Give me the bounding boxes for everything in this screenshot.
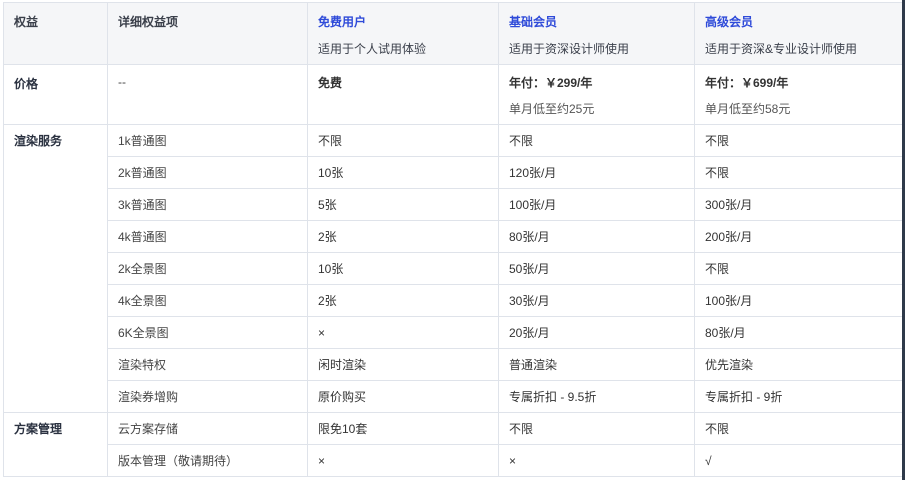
cell-free: 2张	[307, 284, 499, 317]
plan-name: 高级会员	[705, 15, 754, 29]
row-item: 版本管理（敬请期待）	[107, 444, 308, 477]
row-item: 2k全景图	[107, 252, 308, 285]
header-plan-premium: 高级会员 适用于资深&专业设计师使用	[694, 2, 904, 65]
table-row: 4k普通图 2张 80张/月 200张/月	[4, 220, 904, 253]
cell-free: 5张	[307, 188, 499, 221]
cell-basic: 不限	[498, 124, 695, 157]
price-sub: 单月低至约25元	[509, 102, 595, 116]
cell-free: 不限	[307, 124, 499, 157]
price-detail: --	[107, 64, 308, 125]
cell-basic: 120张/月	[498, 156, 695, 189]
table-row: 渲染特权 闲时渲染 普通渲染 优先渲染	[4, 348, 904, 381]
cell-premium: 优先渲染	[694, 348, 904, 381]
plan-desc: 适用于资深设计师使用	[509, 42, 630, 56]
cell-premium: 不限	[694, 156, 904, 189]
row-item: 3k普通图	[107, 188, 308, 221]
row-item: 4k普通图	[107, 220, 308, 253]
price-premium: 年付：￥699/年 单月低至约58元	[694, 64, 904, 125]
row-item: 6K全景图	[107, 316, 308, 349]
cell-basic: 20张/月	[498, 316, 695, 349]
price-main: 免费	[318, 76, 343, 90]
price-sub: 单月低至约58元	[705, 102, 791, 116]
table-row: 2k全景图 10张 50张/月 不限	[4, 252, 904, 285]
cell-premium: 300张/月	[694, 188, 904, 221]
cell-premium: 不限	[694, 412, 904, 445]
table-row: 3k普通图 5张 100张/月 300张/月	[4, 188, 904, 221]
cell-free: ×	[307, 316, 499, 349]
cell-basic: 80张/月	[498, 220, 695, 253]
header-plan-free: 免费用户 适用于个人试用体验	[307, 2, 499, 65]
benefits-comparison-table: 权益 详细权益项 免费用户 适用于个人试用体验 基础会员 适用于资深设计师使用 …	[3, 2, 904, 477]
cell-premium: 100张/月	[694, 284, 904, 317]
price-free: 免费	[307, 64, 499, 125]
row-item: 渲染特权	[107, 348, 308, 381]
cell-free: 10张	[307, 252, 499, 285]
cell-free: 2张	[307, 220, 499, 253]
cell-basic: 100张/月	[498, 188, 695, 221]
price-row: 价格 -- 免费 年付：￥299/年 单月低至约25元 年付：￥699/年 单月…	[3, 64, 904, 125]
price-main: 年付：￥699/年	[705, 76, 789, 90]
cell-free: ×	[307, 444, 499, 477]
table-row: 2k普通图 10张 120张/月 不限	[4, 156, 904, 189]
table-header-row: 权益 详细权益项 免费用户 适用于个人试用体验 基础会员 适用于资深设计师使用 …	[3, 2, 904, 65]
plan-desc: 适用于资深&专业设计师使用	[705, 42, 858, 56]
cell-basic: 专属折扣 - 9.5折	[498, 380, 695, 413]
table-row: 渲染服务 1k普通图 不限 不限 不限	[3, 124, 904, 413]
cell-premium: 不限	[694, 124, 904, 157]
benefits-comparison-page: 权益 详细权益项 免费用户 适用于个人试用体验 基础会员 适用于资深设计师使用 …	[0, 0, 905, 480]
category-price: 价格	[3, 64, 108, 125]
price-basic: 年付：￥299/年 单月低至约25元	[498, 64, 695, 125]
row-item: 2k普通图	[107, 156, 308, 189]
row-item: 渲染券增购	[107, 380, 308, 413]
price-main: 年付：￥299/年	[509, 76, 593, 90]
table-row: 方案管理 云方案存储 限免10套 不限 不限	[3, 412, 904, 477]
category-plan-management: 方案管理	[3, 412, 108, 477]
cell-free: 限免10套	[307, 412, 499, 445]
header-category: 权益	[3, 2, 108, 65]
cell-basic: 不限	[498, 412, 695, 445]
cell-premium: 80张/月	[694, 316, 904, 349]
cell-basic: 50张/月	[498, 252, 695, 285]
cell-free: 闲时渲染	[307, 348, 499, 381]
cell-basic: 30张/月	[498, 284, 695, 317]
cell-free: 原价购买	[307, 380, 499, 413]
cell-premium: 专属折扣 - 9折	[694, 380, 904, 413]
row-item: 1k普通图	[107, 124, 308, 157]
table-row: 版本管理（敬请期待） × × √	[4, 444, 904, 477]
cell-basic: 普通渲染	[498, 348, 695, 381]
cell-premium: 不限	[694, 252, 904, 285]
table-row: 6K全景图 × 20张/月 80张/月	[4, 316, 904, 349]
table-row: 渲染券增购 原价购买 专属折扣 - 9.5折 专属折扣 - 9折	[4, 380, 904, 413]
plan-desc: 适用于个人试用体验	[318, 42, 427, 56]
header-detail: 详细权益项	[107, 2, 308, 65]
row-item: 4k全景图	[107, 284, 308, 317]
table-row: 4k全景图 2张 30张/月 100张/月	[4, 284, 904, 317]
cell-basic: ×	[498, 444, 695, 477]
plan-name: 免费用户	[318, 15, 367, 29]
category-render-service: 渲染服务	[3, 124, 108, 413]
header-plan-basic: 基础会员 适用于资深设计师使用	[498, 2, 695, 65]
row-item: 云方案存储	[107, 412, 308, 445]
plan-name: 基础会员	[509, 15, 558, 29]
cell-free: 10张	[307, 156, 499, 189]
cell-premium: √	[694, 444, 904, 477]
cell-premium: 200张/月	[694, 220, 904, 253]
